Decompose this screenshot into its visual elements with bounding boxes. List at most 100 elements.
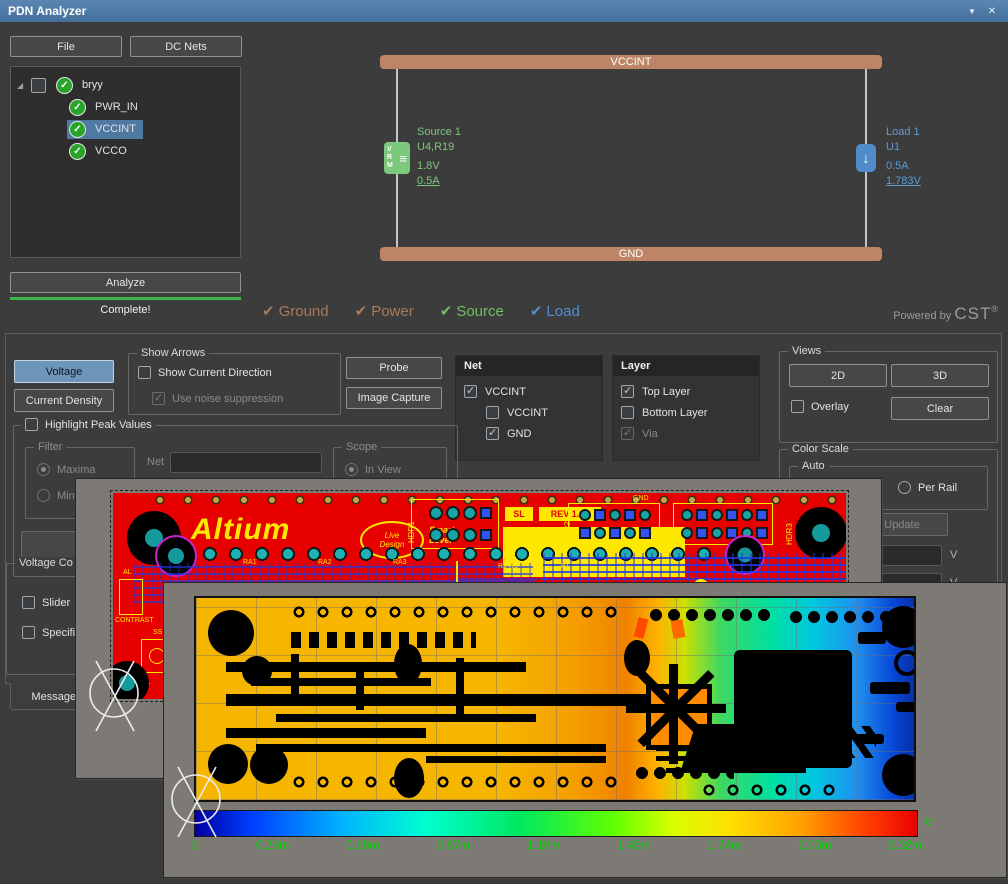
show-current-direction-row[interactable]: Show Current Direction [138,366,272,379]
noise-suppression-row[interactable]: Use noise suppression [152,392,283,405]
load-name[interactable]: Load 1 [886,125,921,140]
voltage-heatmap-window[interactable]: V 00.29m0.58m0.87m1.16m1.45m1.74m2.03m2.… [163,582,1007,878]
source-voltage[interactable]: 1.8V [417,159,461,174]
scale-tick: 1.74m [708,838,741,852]
board-hole [394,758,424,798]
specific-row[interactable]: Specifi [22,626,75,639]
component [896,702,916,712]
scope-title: Scope [342,441,381,453]
load-voltage[interactable]: 1.783V [886,174,921,189]
trace [666,768,806,773]
cst-logo: CST [954,304,991,323]
voltage-mode-button[interactable]: Voltage [14,360,114,383]
layer-checkbox[interactable] [621,385,634,398]
hdr1-label: HDR1 [407,521,416,543]
image-capture-button[interactable]: Image Capture [346,387,442,409]
scale-tick: 0.58m [346,838,379,852]
overlay-row[interactable]: Overlay [791,400,849,413]
in-view-radio[interactable] [345,463,358,476]
show-current-direction-checkbox[interactable] [138,366,151,379]
voltage-heatmap-image[interactable] [194,596,916,802]
tree-row-root[interactable]: ◢ ✓ bryy [11,74,240,96]
status-text: Complete! [10,304,241,316]
legend-label: Ground [279,303,329,320]
overlay-checkbox[interactable] [791,400,804,413]
layer-label: Top Layer [642,386,690,398]
root-checkbox[interactable] [31,78,46,93]
per-rail-radio[interactable] [898,481,911,494]
expand-arrow-icon[interactable]: ◢ [17,81,27,90]
view-3d-button[interactable]: 3D [891,364,989,387]
trace [291,654,299,706]
window-menu-icon[interactable]: ▼ [962,7,982,16]
source-current[interactable]: 0.5A [417,174,461,189]
dc-nets-button[interactable]: DC Nets [130,36,242,57]
file-button[interactable]: File [10,36,122,57]
maxima-radio[interactable] [37,463,50,476]
highlight-net-field[interactable] [170,452,322,473]
slider-checkbox[interactable] [22,596,35,609]
layer-item-top-layer[interactable]: Top Layer [613,381,759,402]
per-rail-row[interactable]: Per Rail [898,481,957,494]
source-name[interactable]: Source 1 [417,125,461,140]
net-item-vccint[interactable]: VCCINT [456,402,602,423]
net-item-vccint[interactable]: VCCINT [456,381,602,402]
load-current[interactable]: 0.5A [886,159,921,174]
net-tree[interactable]: ◢ ✓ bryy ✓PWR_IN✓VCCINT✓VCCO [10,66,241,258]
highlight-peak-checkbox[interactable] [25,418,38,431]
layer-item-via[interactable]: Via [613,423,759,444]
layer-list-panel: Layer Top LayerBottom LayerVia [612,355,760,461]
layer-items: Top Layer Bottom LayerVia [613,376,759,444]
net-checkbox[interactable] [486,427,499,440]
board-hole [882,754,916,796]
load-arrow-icon[interactable]: ↓ [856,144,876,172]
highlight-peak-row[interactable]: Highlight Peak Values [21,418,156,431]
scale-tick: 0.87m [437,838,470,852]
ra3-label: RA3 [393,559,407,567]
vrm-source-icon[interactable]: V R M ≡ [384,142,410,174]
layer-checkbox[interactable] [621,427,634,440]
analyze-button[interactable]: Analyze [10,272,241,293]
layer-checkbox[interactable] [621,406,634,419]
mount-hole [795,507,846,559]
voltage-contour-title: Voltage Co [15,557,77,569]
al-label: AL [123,569,132,577]
source-designators[interactable]: U4,R19 [417,140,461,155]
minima-radio[interactable] [37,489,50,502]
tree-item-vccint[interactable]: ✓VCCINT [11,118,240,140]
tree-item-vcco[interactable]: ✓VCCO [11,140,240,162]
checkmark-icon: ✔ [440,303,453,320]
hdr1-connector [411,499,499,549]
slider-row[interactable]: Slider [22,596,70,609]
net-checkbox[interactable] [464,385,477,398]
tree-children: ✓PWR_IN✓VCCINT✓VCCO [11,96,240,162]
highlight-peak-label: Highlight Peak Values [45,419,152,431]
board-hole [624,640,650,676]
net-item-gnd[interactable]: GND [456,423,602,444]
clear-button[interactable]: Clear [891,397,989,420]
layer-item-bottom-layer[interactable]: Bottom Layer [613,402,759,423]
show-current-direction-label: Show Current Direction [158,367,272,379]
net-label: VCCINT [507,407,548,419]
trace [226,662,526,672]
reg-mark: ® [991,304,998,314]
in-view-row[interactable]: In View [345,463,401,476]
tree-item-pwr_in[interactable]: ✓PWR_IN [11,96,240,118]
bottom-rail[interactable]: GND [380,247,882,261]
pin-row [648,606,770,626]
noise-suppression-checkbox[interactable] [152,392,165,405]
net-list-header: Net [456,356,602,376]
close-icon[interactable]: ✕ [982,6,1002,17]
title-bar[interactable]: PDN Analyzer ▼ ✕ [0,0,1008,22]
top-rail[interactable]: VCCINT [380,55,882,69]
color-scale-title: Color Scale [788,443,853,455]
load-designators[interactable]: U1 [886,140,921,155]
view-2d-button[interactable]: 2D [789,364,887,387]
tree-root-label[interactable]: bryy [77,77,108,93]
specific-checkbox[interactable] [22,626,35,639]
net-checkbox[interactable] [486,406,499,419]
probe-button[interactable]: Probe [346,357,442,379]
maxima-row[interactable]: Maxima [37,463,96,476]
down-arrow-glyph: ↓ [863,150,870,166]
current-density-mode-button[interactable]: Current Density [14,389,114,412]
